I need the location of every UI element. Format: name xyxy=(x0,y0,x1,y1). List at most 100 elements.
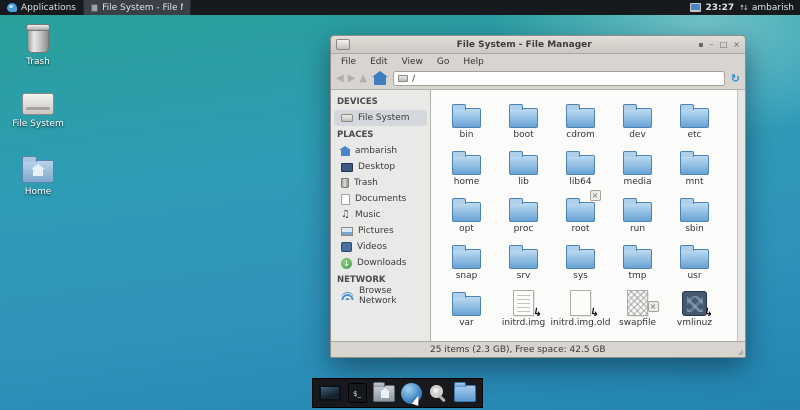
desktop-icon-trash[interactable]: Trash xyxy=(8,26,68,67)
file-item-srv[interactable]: srv xyxy=(495,234,552,281)
file-item-proc[interactable]: proc xyxy=(495,187,552,234)
vertical-scrollbar[interactable] xyxy=(737,90,745,341)
sidebar-item-label: Videos xyxy=(357,242,387,252)
symlink-emblem-icon: ↳ xyxy=(532,307,543,318)
house-emblem-icon xyxy=(381,392,389,398)
symlink-emblem-icon: ↳ xyxy=(589,307,600,318)
sidebar-item-label: ambarish xyxy=(355,146,397,156)
file-item-initrd-img[interactable]: ↳initrd.img xyxy=(495,281,552,328)
file-item-vmlinuz[interactable]: ↳vmlinuz xyxy=(666,281,723,328)
menu-file[interactable]: File xyxy=(335,56,362,68)
sidebar: DEVICESFile SystemPLACESambarishDesktopT… xyxy=(331,90,431,341)
sidebar-item-label: Downloads xyxy=(357,258,406,268)
file-item-swapfile[interactable]: ×swapfile xyxy=(609,281,666,328)
reload-button[interactable]: ↻ xyxy=(731,72,740,85)
menu-go[interactable]: Go xyxy=(431,56,455,68)
dock-item-file-manager[interactable] xyxy=(454,382,476,404)
file-item-initrd-img-old[interactable]: ↳initrd.img.old xyxy=(552,281,609,328)
folder-icon xyxy=(678,98,712,128)
menu-help[interactable]: Help xyxy=(457,56,490,68)
cursor-icon xyxy=(411,394,421,406)
minimize-button[interactable]: – xyxy=(710,40,714,50)
home-button[interactable] xyxy=(374,77,386,85)
file-item-home[interactable]: home xyxy=(438,140,495,187)
dock-item-application-finder[interactable] xyxy=(427,382,449,404)
window-controls: ▪ – □ × xyxy=(698,40,740,50)
applications-menu-button[interactable]: Applications xyxy=(0,0,83,15)
path-text: / xyxy=(412,74,415,84)
file-item-cdrom[interactable]: cdrom xyxy=(552,93,609,140)
folder-glyph xyxy=(623,155,652,175)
file-item-mnt[interactable]: mnt xyxy=(666,140,723,187)
file-item-lib[interactable]: lib xyxy=(495,140,552,187)
dock-item-show-desktop[interactable] xyxy=(319,382,341,404)
file-item-opt[interactable]: opt xyxy=(438,187,495,234)
file-item-bin[interactable]: bin xyxy=(438,93,495,140)
file-item-label: root xyxy=(571,224,589,234)
close-button[interactable]: × xyxy=(733,40,740,50)
display-tray-icon[interactable] xyxy=(690,3,701,12)
sidebar-item-videos[interactable]: Videos xyxy=(331,239,430,255)
window-menu-button[interactable]: ▪ xyxy=(698,40,703,50)
titlebar[interactable]: File System - File Manager ▪ – □ × xyxy=(331,36,745,54)
file-item-label: srv xyxy=(517,271,531,281)
file-item-usr[interactable]: usr xyxy=(666,234,723,281)
file-item-boot[interactable]: boot xyxy=(495,93,552,140)
file-item-label: media xyxy=(623,177,651,187)
sidebar-item-pictures[interactable]: Pictures xyxy=(331,223,430,239)
dock-item-home-folder[interactable] xyxy=(373,382,395,404)
user-name[interactable]: ambarish xyxy=(752,3,794,13)
menu-view[interactable]: View xyxy=(396,56,429,68)
file-item-root[interactable]: ×root xyxy=(552,187,609,234)
taskbar-window-button[interactable]: File System - File Mana... xyxy=(83,0,191,15)
applications-label: Applications xyxy=(21,3,76,13)
file-item-var[interactable]: var xyxy=(438,281,495,328)
desktop-icon-home[interactable]: Home xyxy=(8,155,68,197)
file-item-snap[interactable]: snap xyxy=(438,234,495,281)
folder-glyph xyxy=(566,249,595,269)
sidebar-item-music[interactable]: ♫Music xyxy=(331,207,430,223)
sidebar-item-browse-network[interactable]: Browse Network xyxy=(331,288,430,304)
file-item-dev[interactable]: dev xyxy=(609,93,666,140)
path-bar[interactable]: / xyxy=(393,71,725,86)
doc-blank-glyph xyxy=(570,290,591,316)
dock-item-web-browser[interactable] xyxy=(400,382,422,404)
sidebar-item-downloads[interactable]: ↓Downloads xyxy=(331,255,430,271)
sidebar-item-documents[interactable]: Documents xyxy=(331,191,430,207)
file-item-etc[interactable]: etc xyxy=(666,93,723,140)
file-item-label: lib64 xyxy=(569,177,591,187)
sidebar-item-desktop[interactable]: Desktop xyxy=(331,159,430,175)
folder-icon xyxy=(450,98,484,128)
file-item-sys[interactable]: sys xyxy=(552,234,609,281)
sidebar-item-file-system[interactable]: File System xyxy=(334,110,427,126)
desktop-icon-label: Trash xyxy=(26,57,50,67)
file-item-label: home xyxy=(454,177,480,187)
folder-icon xyxy=(678,145,712,175)
maximize-button[interactable]: □ xyxy=(720,40,728,50)
dock-item-terminal[interactable]: $_ xyxy=(346,382,368,404)
back-button[interactable]: ◀ xyxy=(336,73,344,84)
file-item-lib64[interactable]: lib64 xyxy=(552,140,609,187)
desktop-icon-label: Home xyxy=(25,187,52,197)
file-item-media[interactable]: media xyxy=(609,140,666,187)
network-traffic-icon[interactable]: ↑↓ xyxy=(739,4,747,12)
file-item-label: sys xyxy=(573,271,588,281)
folder-glyph xyxy=(680,108,709,128)
statusbar: 25 items (2.3 GB), Free space: 42.5 GB ◢ xyxy=(331,341,745,357)
sidebar-item-ambarish[interactable]: ambarish xyxy=(331,143,430,159)
forward-button[interactable]: ▶ xyxy=(348,73,356,84)
folder-glyph xyxy=(509,249,538,269)
file-item-sbin[interactable]: sbin xyxy=(666,187,723,234)
clock[interactable]: 23:27 xyxy=(706,3,735,13)
resize-grip[interactable]: ◢ xyxy=(738,348,743,356)
folder-icon xyxy=(454,385,476,402)
menu-edit[interactable]: Edit xyxy=(364,56,393,68)
sidebar-item-trash[interactable]: Trash xyxy=(331,175,430,191)
file-item-tmp[interactable]: tmp xyxy=(609,234,666,281)
desktop-icon-file-system[interactable]: File System xyxy=(8,93,68,129)
sidebar-item-label: Trash xyxy=(354,178,378,188)
file-item-run[interactable]: run xyxy=(609,187,666,234)
file-item-label: snap xyxy=(456,271,478,281)
file-pane: binbootcdromdevetc home lib lib64 media mnt op… xyxy=(431,90,745,341)
up-button[interactable]: ▲ xyxy=(359,73,367,84)
